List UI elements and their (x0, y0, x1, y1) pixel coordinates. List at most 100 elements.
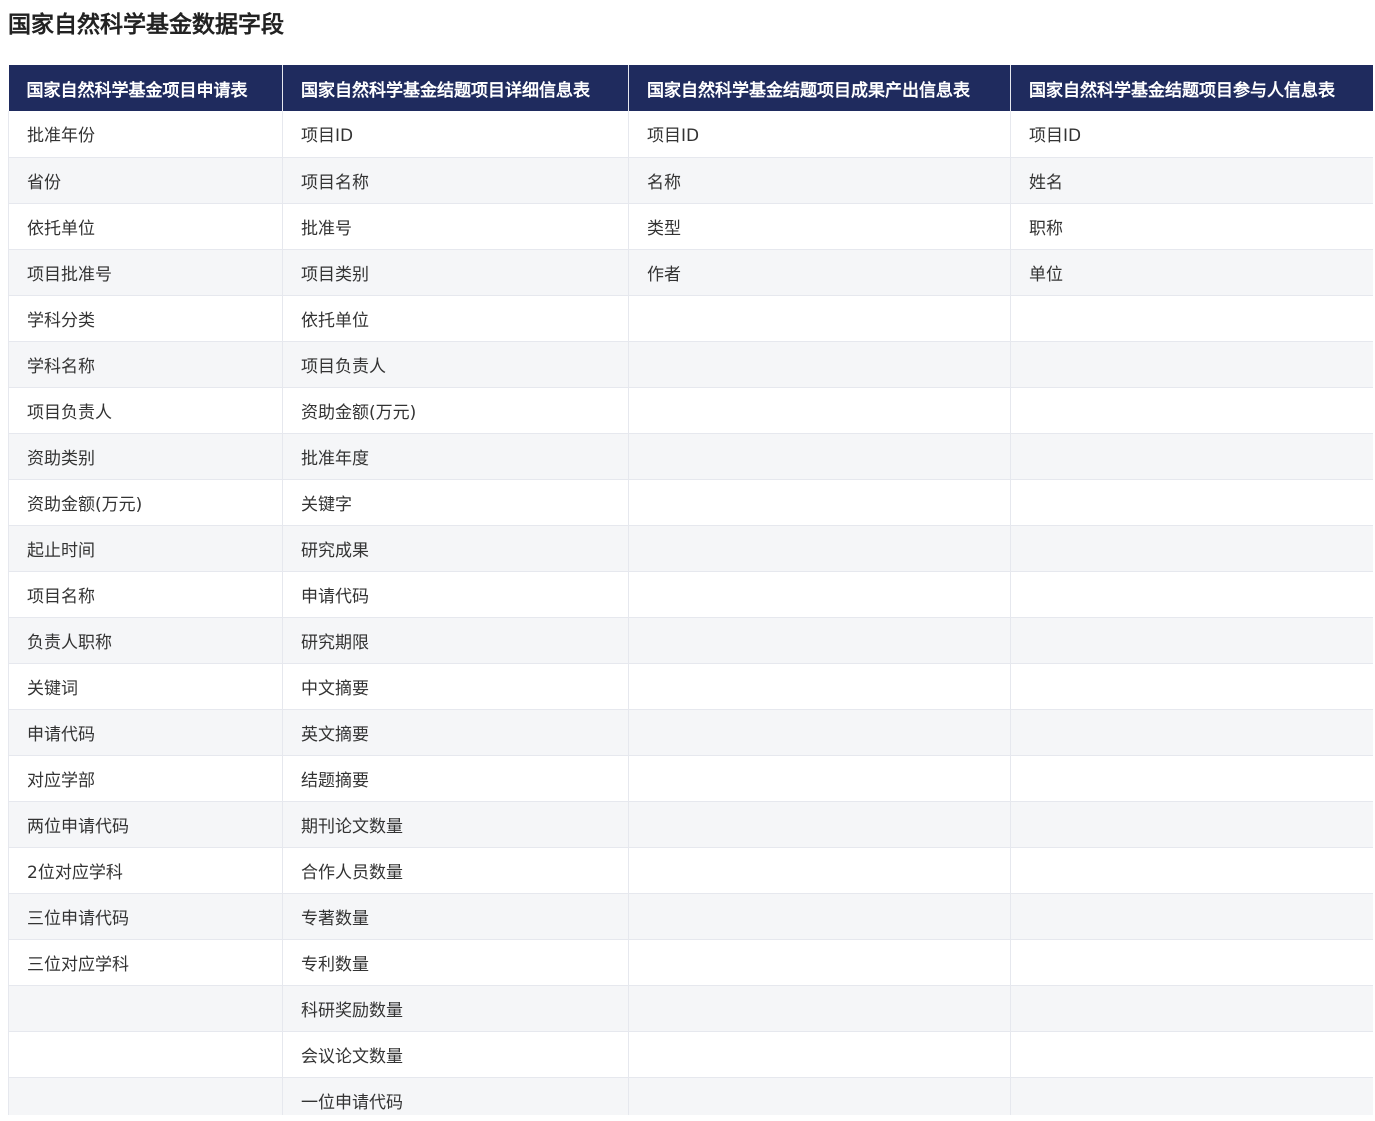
project-output-field-cell (628, 1077, 1011, 1115)
header-project-detail-table: 国家自然科学基金结题项目详细信息表 (282, 65, 629, 111)
participant-field-cell (1010, 663, 1373, 710)
header-row: 国家自然科学基金项目申请表 国家自然科学基金结题项目详细信息表 国家自然科学基金… (8, 65, 1373, 111)
table-row: 项目负责人 资助金额(万元) (8, 387, 1373, 434)
project-output-field-cell (628, 663, 1011, 710)
project-detail-field-cell: 批准号 (282, 203, 629, 250)
application-field-cell: 资助类别 (8, 433, 283, 480)
project-detail-field-cell: 关键字 (282, 479, 629, 526)
project-detail-field-cell: 会议论文数量 (282, 1031, 629, 1078)
participant-field-cell (1010, 433, 1373, 480)
application-field-cell: 批准年份 (8, 111, 283, 158)
table-row: 两位申请代码 期刊论文数量 (8, 801, 1373, 848)
project-output-field-cell (628, 295, 1011, 342)
table-row: 依托单位 批准号 类型 职称 (8, 203, 1373, 250)
table-row: 科研奖励数量 (8, 985, 1373, 1032)
project-detail-field-cell: 专利数量 (282, 939, 629, 986)
project-output-field-cell (628, 847, 1011, 894)
application-field-cell: 省份 (8, 157, 283, 204)
participant-field-cell (1010, 387, 1373, 434)
application-field-cell: 对应学部 (8, 755, 283, 802)
application-field-cell: 三位申请代码 (8, 893, 283, 940)
participant-field-cell (1010, 893, 1373, 940)
header-application-table: 国家自然科学基金项目申请表 (8, 65, 283, 111)
project-detail-field-cell: 项目ID (282, 111, 629, 158)
project-output-field-cell (628, 341, 1011, 388)
project-output-field-cell: 类型 (628, 203, 1011, 250)
table-row: 2位对应学科 合作人员数量 (8, 847, 1373, 894)
application-field-cell: 两位申请代码 (8, 801, 283, 848)
fields-table: 国家自然科学基金项目申请表 国家自然科学基金结题项目详细信息表 国家自然科学基金… (8, 65, 1373, 1115)
application-field-cell: 关键词 (8, 663, 283, 710)
application-field-cell: 项目负责人 (8, 387, 283, 434)
participant-field-cell: 职称 (1010, 203, 1373, 250)
participant-field-cell (1010, 295, 1373, 342)
project-detail-field-cell: 项目负责人 (282, 341, 629, 388)
table-body: 批准年份 项目ID 项目ID 项目ID 省份 项目名称 名称 姓名 依托单位 批准号 类型 职称 项目批… (8, 111, 1373, 1115)
participant-field-cell (1010, 479, 1373, 526)
participant-field-cell: 项目ID (1010, 111, 1373, 158)
project-detail-field-cell: 科研奖励数量 (282, 985, 629, 1032)
project-output-field-cell: 作者 (628, 249, 1011, 296)
table-row: 一位申请代码 (8, 1077, 1373, 1115)
project-output-field-cell: 名称 (628, 157, 1011, 204)
application-field-cell (8, 1077, 283, 1115)
project-output-field-cell (628, 571, 1011, 618)
project-detail-field-cell: 批准年度 (282, 433, 629, 480)
project-detail-field-cell: 研究成果 (282, 525, 629, 572)
application-field-cell: 资助金额(万元) (8, 479, 283, 526)
project-output-field-cell (628, 617, 1011, 664)
project-detail-field-cell: 结题摘要 (282, 755, 629, 802)
table-row: 起止时间 研究成果 (8, 525, 1373, 572)
header-participant-table: 国家自然科学基金结题项目参与人信息表 (1010, 65, 1373, 111)
participant-field-cell: 单位 (1010, 249, 1373, 296)
table-row: 资助金额(万元) 关键字 (8, 479, 1373, 526)
project-detail-field-cell: 一位申请代码 (282, 1077, 629, 1115)
participant-field-cell: 姓名 (1010, 157, 1373, 204)
project-detail-field-cell: 资助金额(万元) (282, 387, 629, 434)
participant-field-cell (1010, 801, 1373, 848)
project-output-field-cell (628, 985, 1011, 1032)
project-output-field-cell (628, 801, 1011, 848)
table-row: 申请代码 英文摘要 (8, 709, 1373, 756)
application-field-cell: 项目名称 (8, 571, 283, 618)
table-row: 批准年份 项目ID 项目ID 项目ID (8, 111, 1373, 158)
project-detail-field-cell: 期刊论文数量 (282, 801, 629, 848)
fields-table-container: 国家自然科学基金项目申请表 国家自然科学基金结题项目详细信息表 国家自然科学基金… (8, 65, 1373, 1115)
table-row: 关键词 中文摘要 (8, 663, 1373, 710)
application-field-cell: 学科分类 (8, 295, 283, 342)
table-header: 国家自然科学基金项目申请表 国家自然科学基金结题项目详细信息表 国家自然科学基金… (8, 65, 1373, 111)
participant-field-cell (1010, 755, 1373, 802)
application-field-cell: 申请代码 (8, 709, 283, 756)
participant-field-cell (1010, 939, 1373, 986)
project-output-field-cell (628, 433, 1011, 480)
project-detail-field-cell: 项目名称 (282, 157, 629, 204)
table-row: 三位申请代码 专著数量 (8, 893, 1373, 940)
participant-field-cell (1010, 847, 1373, 894)
project-detail-field-cell: 研究期限 (282, 617, 629, 664)
participant-field-cell (1010, 1031, 1373, 1078)
project-output-field-cell (628, 479, 1011, 526)
project-detail-field-cell: 专著数量 (282, 893, 629, 940)
project-output-field-cell: 项目ID (628, 111, 1011, 158)
participant-field-cell (1010, 985, 1373, 1032)
table-row: 项目名称 申请代码 (8, 571, 1373, 618)
project-output-field-cell (628, 709, 1011, 756)
project-output-field-cell (628, 387, 1011, 434)
participant-field-cell (1010, 709, 1373, 756)
table-row: 项目批准号 项目类别 作者 单位 (8, 249, 1373, 296)
project-detail-field-cell: 依托单位 (282, 295, 629, 342)
project-detail-field-cell: 合作人员数量 (282, 847, 629, 894)
table-row: 学科分类 依托单位 (8, 295, 1373, 342)
project-detail-field-cell: 申请代码 (282, 571, 629, 618)
table-row: 学科名称 项目负责人 (8, 341, 1373, 388)
application-field-cell: 学科名称 (8, 341, 283, 388)
application-field-cell: 三位对应学科 (8, 939, 283, 986)
application-field-cell: 负责人职称 (8, 617, 283, 664)
table-row: 三位对应学科 专利数量 (8, 939, 1373, 986)
participant-field-cell (1010, 617, 1373, 664)
project-detail-field-cell: 中文摘要 (282, 663, 629, 710)
table-row: 会议论文数量 (8, 1031, 1373, 1078)
participant-field-cell (1010, 525, 1373, 572)
table-row: 省份 项目名称 名称 姓名 (8, 157, 1373, 204)
project-detail-field-cell: 英文摘要 (282, 709, 629, 756)
